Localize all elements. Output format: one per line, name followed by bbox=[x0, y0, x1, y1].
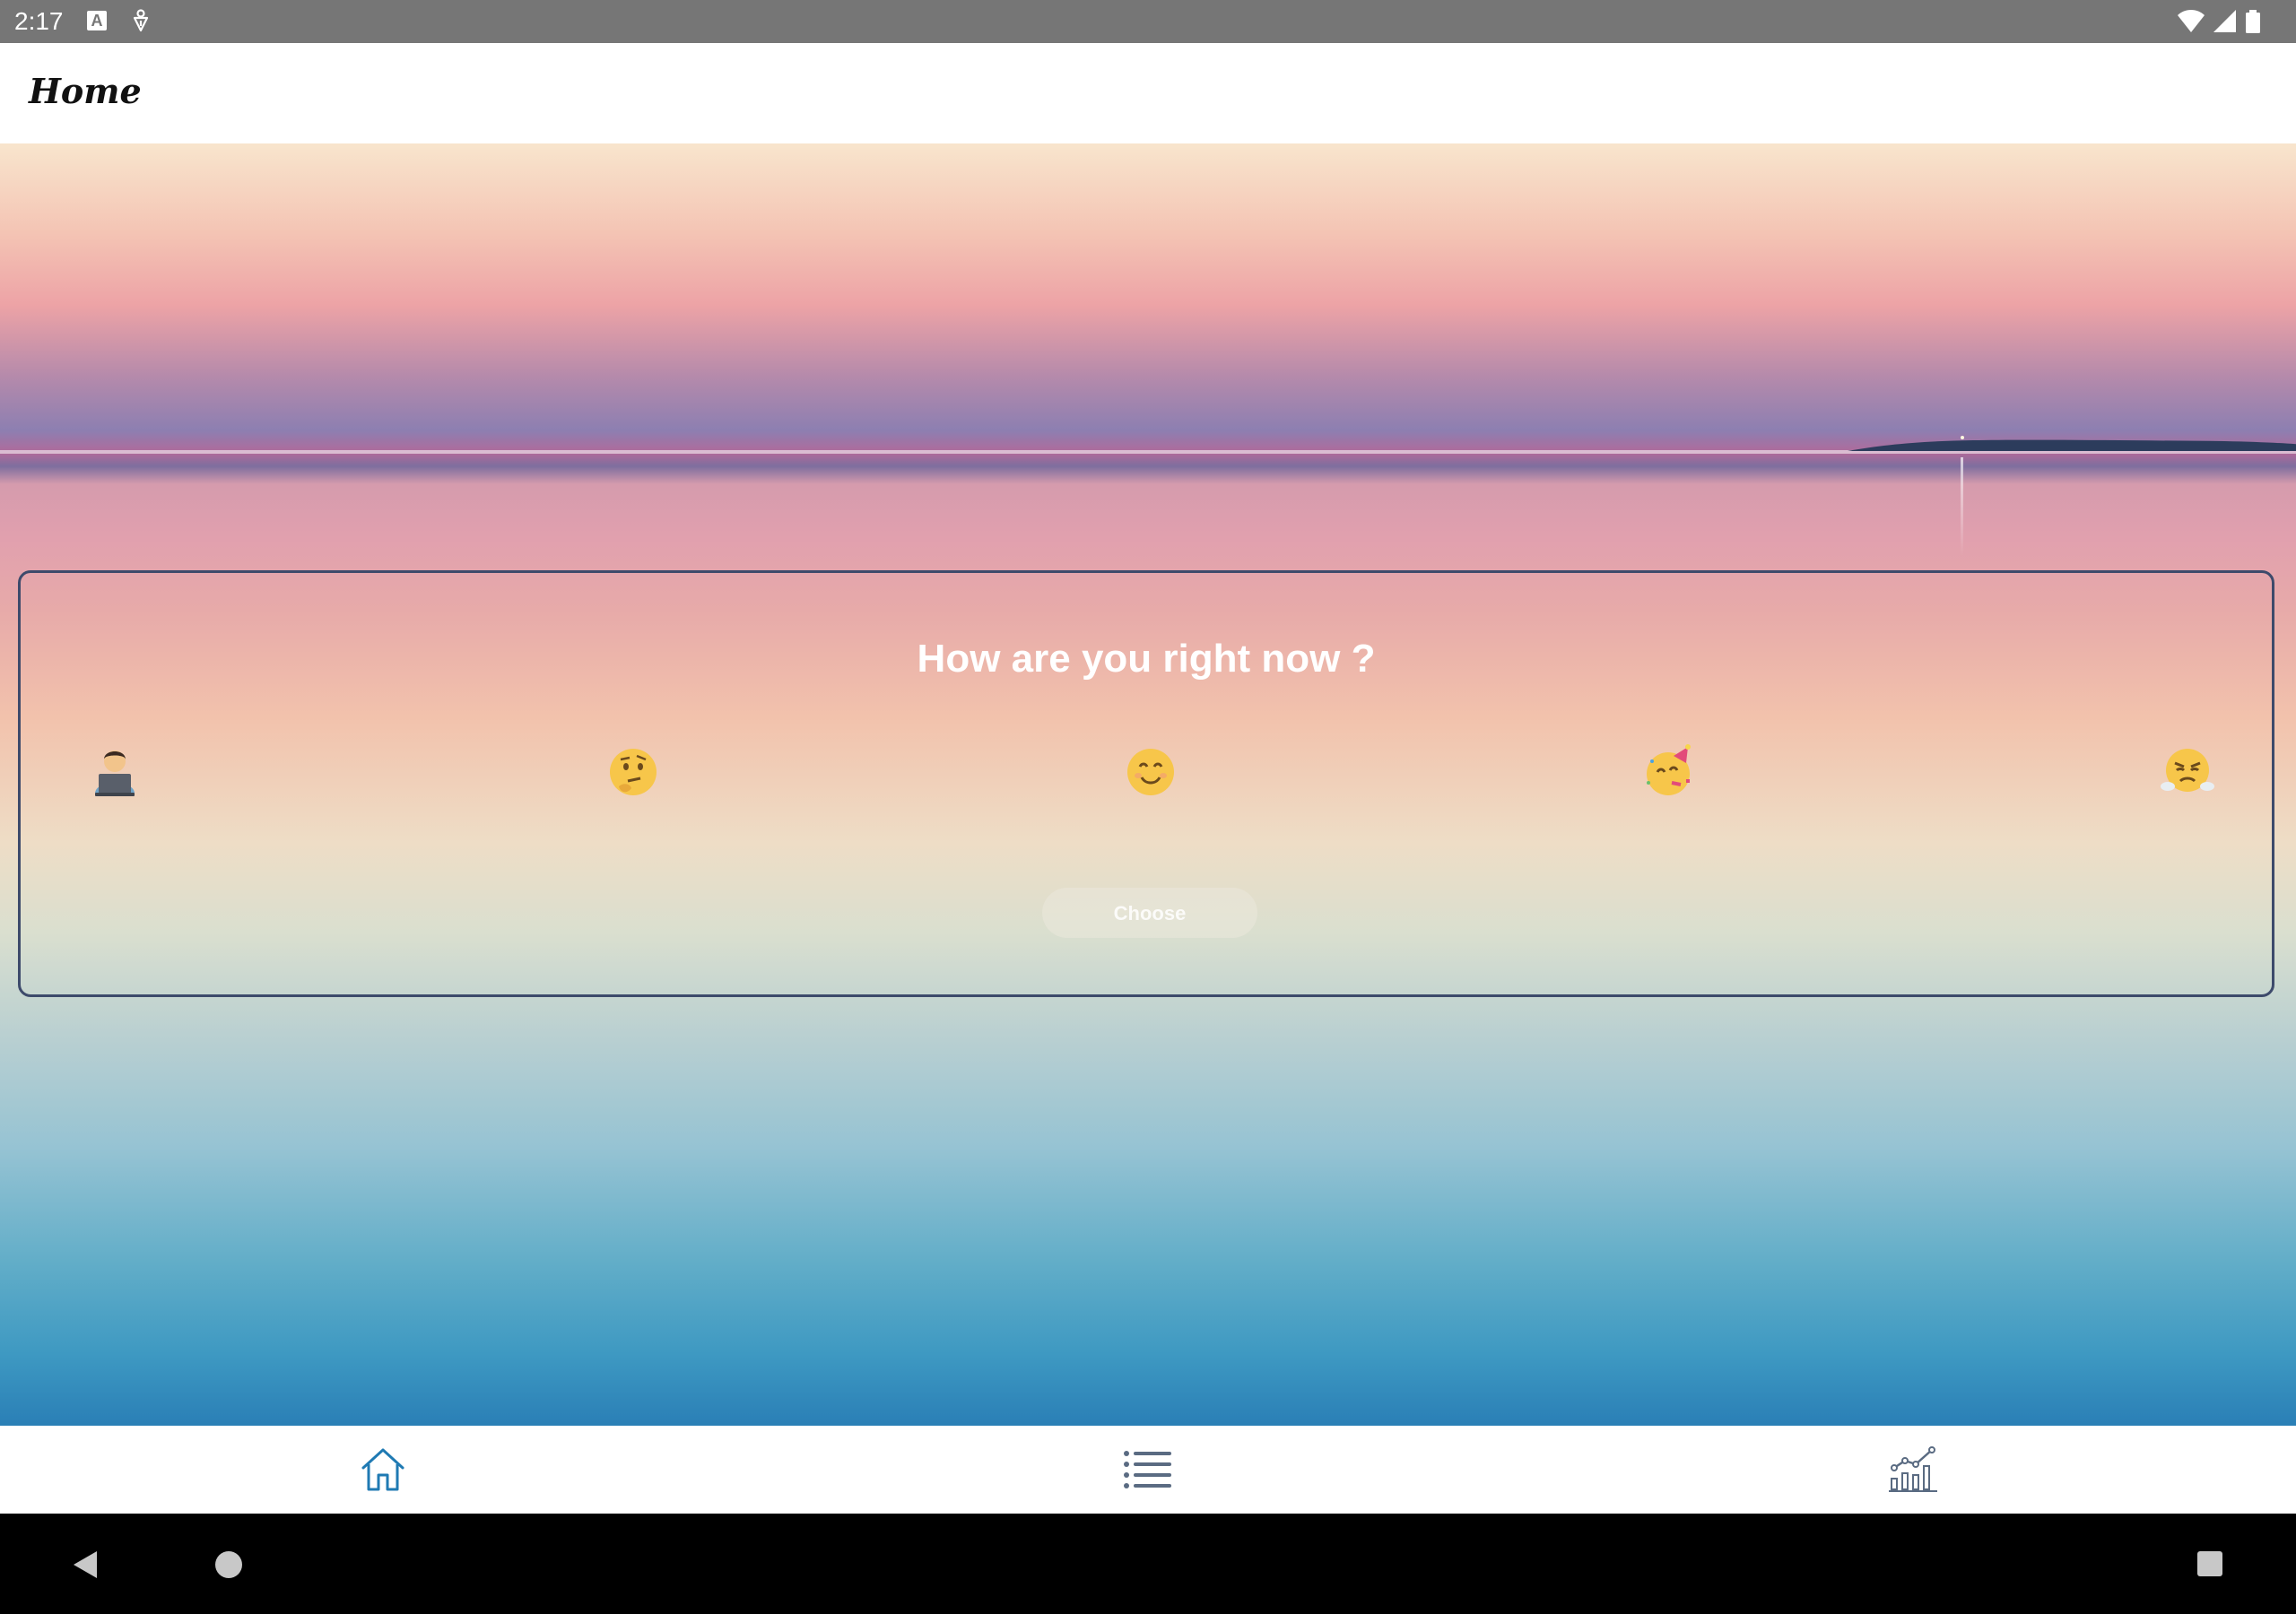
island-silhouette bbox=[1848, 436, 2296, 451]
emoji-huffing-icon[interactable] bbox=[2159, 743, 2216, 801]
chart-icon bbox=[1888, 1446, 1937, 1492]
page-title: Home bbox=[29, 71, 142, 111]
bottom-navigation bbox=[0, 1426, 2296, 1514]
wifi-icon bbox=[2178, 10, 2205, 32]
emoji-partying-icon[interactable] bbox=[1641, 743, 1699, 801]
app-bar: Home bbox=[0, 43, 2296, 143]
home-icon bbox=[361, 1448, 404, 1491]
light-reflection bbox=[1961, 457, 1963, 556]
recents-icon[interactable] bbox=[2197, 1551, 2222, 1576]
status-right-icons bbox=[2178, 9, 2260, 34]
android-screen: 2:17 A Home How are you right now ? Choo… bbox=[0, 0, 2296, 1614]
back-icon[interactable] bbox=[70, 1549, 100, 1580]
signal-icon bbox=[2213, 10, 2236, 32]
emoji-smiling-icon[interactable] bbox=[1122, 743, 1179, 801]
a-notification-letter: A bbox=[91, 12, 103, 30]
a-notification-icon: A bbox=[87, 11, 107, 30]
list-icon bbox=[1123, 1451, 1171, 1488]
mood-question: How are you right now ? bbox=[917, 637, 1376, 681]
nav-list[interactable] bbox=[765, 1426, 1530, 1514]
debug-icon bbox=[131, 9, 151, 32]
mood-card: How are you right now ? Choose bbox=[18, 570, 2274, 997]
home-circle-icon[interactable] bbox=[215, 1551, 242, 1578]
sunset-sea-background: How are you right now ? Choose bbox=[0, 143, 2296, 1426]
status-bar: 2:17 A bbox=[0, 0, 2296, 43]
status-time: 2:17 bbox=[14, 7, 64, 35]
emoji-thinking-icon[interactable] bbox=[604, 743, 662, 801]
nav-stats[interactable] bbox=[1530, 1426, 2295, 1514]
nav-home[interactable] bbox=[0, 1426, 765, 1514]
system-navigation-bar bbox=[0, 1514, 2296, 1614]
emoji-technologist-icon[interactable] bbox=[86, 743, 144, 801]
battery-icon bbox=[2246, 10, 2260, 33]
choose-button[interactable]: Choose bbox=[1042, 888, 1257, 938]
